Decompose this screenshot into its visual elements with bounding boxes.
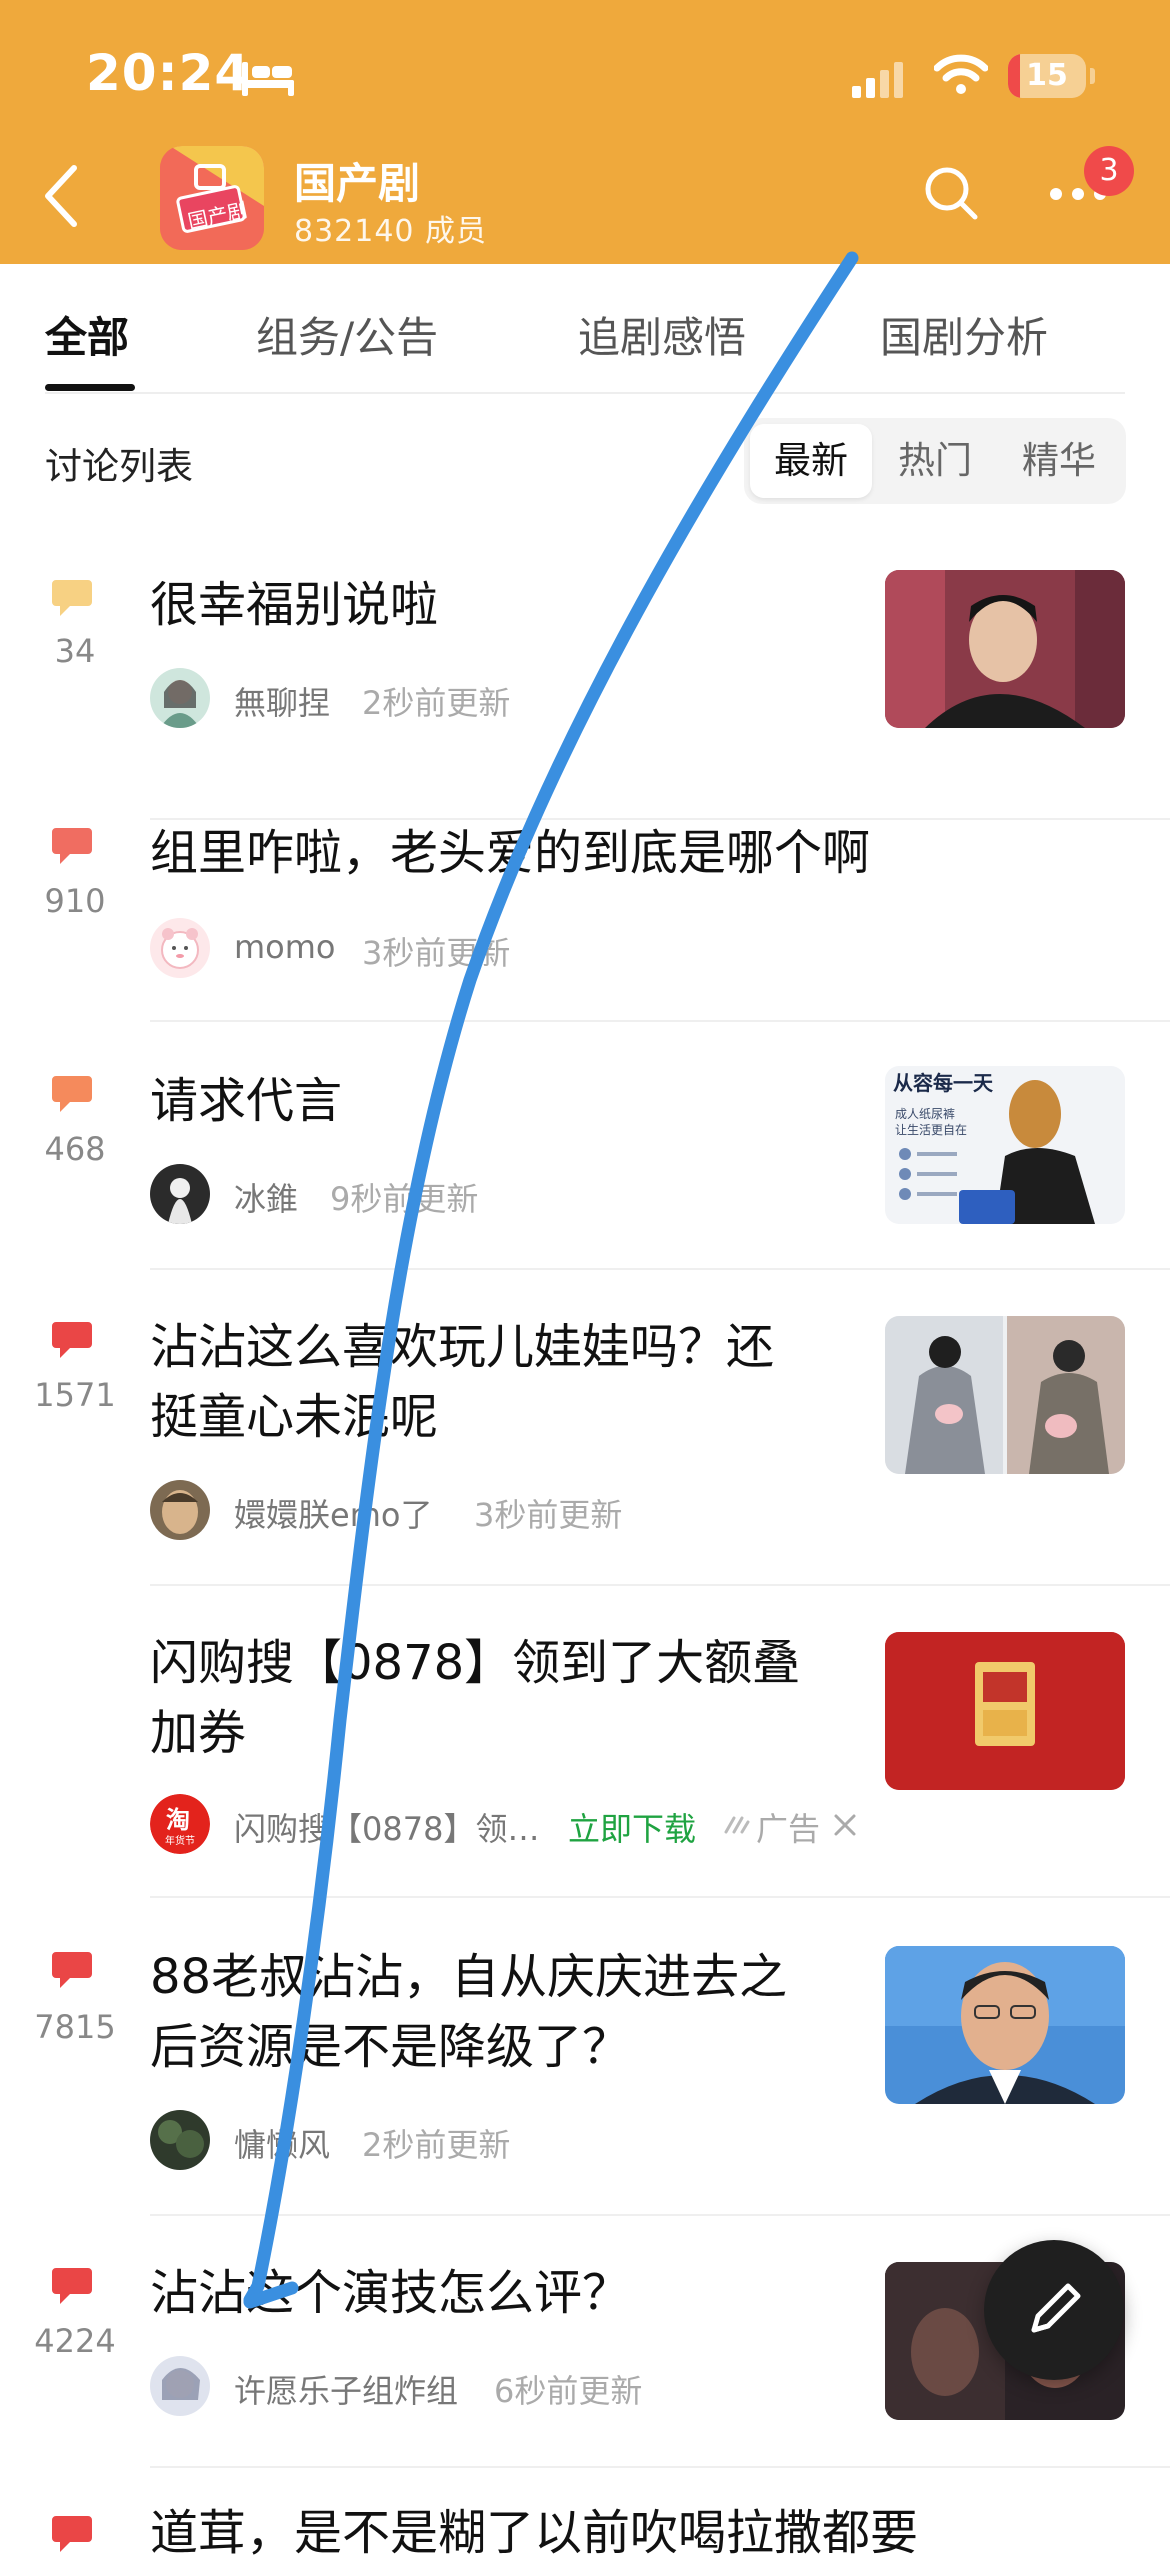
avatar[interactable]: [150, 1480, 210, 1540]
post-time: 9秒前更新: [330, 1180, 479, 1218]
ad-thumbnail[interactable]: [885, 1632, 1125, 1790]
wifi-icon: [934, 54, 988, 94]
post-title-line-2[interactable]: 后资源是不是降级了？: [150, 2012, 630, 2082]
row-divider: [150, 1020, 1170, 1022]
comment-icon: [52, 1952, 92, 1988]
download-link[interactable]: 立即下载: [568, 1804, 696, 1850]
post-title-line-1[interactable]: 88老叔沾沾，自从庆庆进去之: [150, 1942, 787, 2012]
group-title: 国产剧: [294, 159, 421, 208]
cellular-signal-icon: [852, 62, 903, 98]
comment-icon: [52, 580, 92, 616]
post-author[interactable]: 慵懒风: [234, 2120, 330, 2166]
row-divider: [150, 1896, 1170, 1898]
sort-featured[interactable]: 精华: [998, 424, 1120, 498]
ad-mark-icon: [724, 1816, 750, 1834]
group-avatar[interactable]: 国产剧: [160, 146, 264, 250]
thumb-caption: 从容每一天: [893, 1071, 994, 1095]
search-icon[interactable]: [922, 164, 980, 222]
row-divider: [150, 2214, 1170, 2216]
post-title[interactable]: 很幸福别说啦: [150, 570, 438, 640]
post-thumbnail[interactable]: 从容每一天 成人纸尿裤 让生活更自在: [885, 1066, 1125, 1224]
close-ad-icon[interactable]: [832, 1812, 858, 1838]
comment-count: 910: [44, 882, 106, 920]
thumb-caption: 成人纸尿裤: [895, 1107, 955, 1121]
row-divider: [150, 1584, 1170, 1586]
post-title[interactable]: 沾沾这个演技怎么评？: [150, 2258, 630, 2328]
back-arrow-icon[interactable]: [42, 164, 82, 228]
battery-tip: [1090, 68, 1095, 84]
row-divider: [150, 2466, 1170, 2468]
row-divider: [150, 1268, 1170, 1270]
comment-icon: [52, 828, 92, 864]
group-avatar-art: 国产剧: [160, 146, 264, 250]
ad-title-line-1[interactable]: 闪购搜【0878】领到了大额叠: [150, 1628, 800, 1698]
tabs-divider: [45, 392, 1125, 394]
post-title[interactable]: 请求代言: [150, 1066, 342, 1136]
post-thumbnail[interactable]: [885, 570, 1125, 728]
avatar[interactable]: [150, 2356, 210, 2416]
tab-all[interactable]: 全部: [45, 304, 129, 365]
app-header: 20:24 15 国产剧 国产剧 832140 成员 3: [0, 0, 1170, 264]
pencil-icon: [1031, 2283, 1081, 2333]
advertiser-logo-text: 淘: [166, 1806, 190, 1834]
post-time: 3秒前更新: [362, 934, 511, 972]
advertiser-logo-subtext: 年货节: [165, 1834, 195, 1847]
notification-badge: 3: [1084, 146, 1134, 196]
tab-announcements[interactable]: 组务/公告: [256, 304, 438, 365]
comment-count: 7815: [34, 2008, 116, 2046]
comment-icon: [52, 1322, 92, 1358]
sort-latest[interactable]: 最新: [750, 424, 872, 498]
avatar[interactable]: [150, 2110, 210, 2170]
post-thumbnail[interactable]: [885, 1316, 1125, 1474]
category-tabs: 全部 组务/公告 追剧感悟 国剧分析: [0, 264, 1170, 394]
post-author[interactable]: 冰錐: [234, 1174, 298, 1220]
post-title[interactable]: 道茸，是不是糊了以前吹喝拉撒都要: [150, 2498, 918, 2568]
comment-count: 468: [44, 1130, 106, 1168]
battery-level: 15: [1026, 58, 1068, 93]
avatar[interactable]: [150, 1164, 210, 1224]
ad-title-line-2[interactable]: 加券: [150, 1698, 246, 1768]
advertiser-name[interactable]: 闪购搜【0878】领…: [234, 1804, 539, 1850]
post-author[interactable]: momo: [234, 928, 336, 966]
post-title[interactable]: 组里咋啦，老头爱的到底是哪个啊: [150, 818, 870, 888]
member-count: 832140 成员: [294, 214, 488, 249]
discussion-list-title: 讨论列表: [45, 445, 193, 488]
post-title-line-2[interactable]: 挺童心未泯呢: [150, 1382, 438, 1452]
post-time: 6秒前更新: [494, 2372, 643, 2410]
status-time: 20:24: [86, 44, 251, 102]
post-title-line-1[interactable]: 沾沾这么喜欢玩儿娃娃吗？还: [150, 1312, 774, 1382]
tab-analysis[interactable]: 国剧分析: [880, 304, 1048, 365]
post-time: 3秒前更新: [474, 1496, 623, 1534]
tab-reviews[interactable]: 追剧感悟: [578, 304, 746, 365]
comment-icon: [52, 2268, 92, 2304]
post-author[interactable]: 嬛嬛朕emo了: [234, 1490, 432, 1536]
sleep-focus-icon: [242, 62, 294, 96]
comment-count: 1571: [34, 1376, 116, 1414]
compose-button[interactable]: [984, 2240, 1124, 2380]
post-author[interactable]: 许愿乐子组炸组: [234, 2366, 458, 2412]
active-tab-indicator: [45, 384, 135, 391]
avatar[interactable]: [150, 918, 210, 978]
post-time: 2秒前更新: [362, 684, 511, 722]
sort-segmented-control: 最新 热门 精华: [744, 418, 1126, 504]
sort-hot[interactable]: 热门: [874, 424, 996, 498]
comment-icon: [52, 1076, 92, 1112]
comment-icon: [52, 2516, 92, 2552]
post-author[interactable]: 無聊捏: [234, 678, 330, 724]
post-time: 2秒前更新: [362, 2126, 511, 2164]
comment-count: 34: [54, 632, 96, 670]
thumb-caption: 让生活更自在: [895, 1123, 967, 1137]
post-thumbnail[interactable]: [885, 1946, 1125, 2104]
advertiser-logo: 淘 年货节: [150, 1794, 210, 1854]
battery-indicator: 15: [1008, 54, 1086, 98]
ad-label: 广告: [756, 1810, 821, 1848]
comment-count: 4224: [34, 2322, 116, 2360]
avatar[interactable]: [150, 668, 210, 728]
